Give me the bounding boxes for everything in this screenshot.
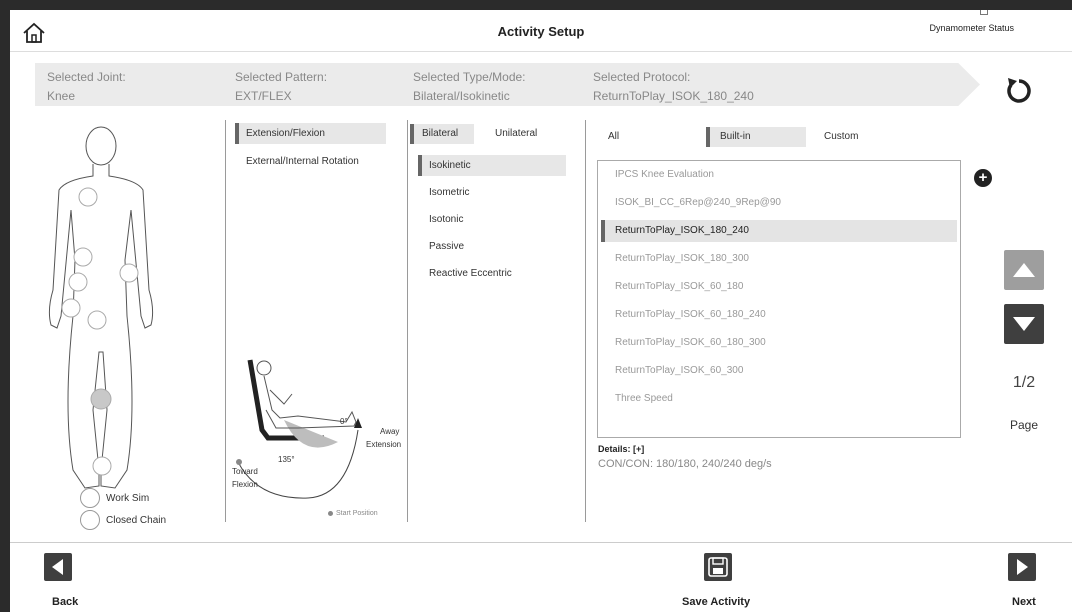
next-button[interactable] xyxy=(1008,553,1036,581)
back-button[interactable] xyxy=(44,553,72,581)
joint-elbow[interactable] xyxy=(73,247,93,267)
page-up-button[interactable] xyxy=(1004,250,1044,290)
protocol-item[interactable]: ReturnToPlay_ISOK_60_300 xyxy=(601,360,957,382)
pattern-extension-flexion[interactable]: Extension/Flexion xyxy=(235,123,386,144)
joint-shoulder[interactable] xyxy=(78,187,98,207)
summary-protocol-label: Selected Protocol: xyxy=(593,70,691,84)
joint-knee-selected[interactable] xyxy=(90,388,112,410)
protocol-item[interactable]: ReturnToPlay_ISOK_60_180 xyxy=(601,276,957,298)
summary-joint-label: Selected Joint: xyxy=(47,70,126,84)
start-position-dot xyxy=(328,511,333,516)
mode-isometric[interactable]: Isometric xyxy=(418,182,566,203)
selection-summary: Selected Joint: Knee Selected Pattern: E… xyxy=(35,63,980,106)
summary-type: Selected Type/Mode: Bilateral/Isokinetic xyxy=(413,68,526,106)
column-divider xyxy=(407,120,408,522)
page-down-button[interactable] xyxy=(1004,304,1044,344)
protocol-item[interactable]: ReturnToPlay_ISOK_180_300 xyxy=(601,248,957,270)
joint-ankle[interactable] xyxy=(92,456,112,476)
pattern-external-internal-rotation[interactable]: External/Internal Rotation xyxy=(235,151,386,172)
triangle-up-icon xyxy=(1013,263,1035,277)
closed-chain-option[interactable]: Closed Chain xyxy=(80,510,166,530)
next-label: Next xyxy=(1012,596,1036,608)
joint-wrist[interactable] xyxy=(61,298,81,318)
dynamometer-status-link[interactable]: Dynamometer Status xyxy=(929,23,1014,33)
summary-joint-value: Knee xyxy=(47,89,76,103)
mode-reactive-eccentric[interactable]: Reactive Eccentric xyxy=(418,263,566,284)
column-divider xyxy=(585,120,586,522)
closed-chain-radio[interactable] xyxy=(80,510,100,530)
save-activity-label: Save Activity xyxy=(682,596,751,608)
protocol-list: IPCS Knee Evaluation ISOK_BI_CC_6Rep@240… xyxy=(597,160,961,438)
details-text: CON/CON: 180/180, 240/240 deg/s xyxy=(598,458,772,470)
tab-unilateral[interactable]: Unilateral xyxy=(495,124,537,144)
save-activity-button[interactable] xyxy=(704,553,732,581)
closed-chain-label: Closed Chain xyxy=(106,514,167,526)
triangle-left-icon xyxy=(52,559,63,575)
plus-icon: + xyxy=(978,169,988,186)
bottom-bar: Back Save Activity Next xyxy=(10,542,1072,612)
back-label: Back xyxy=(52,596,79,608)
page-number: 1/2 xyxy=(1012,374,1036,391)
start-position-legend: Start Position xyxy=(328,510,378,517)
joint-hip[interactable] xyxy=(119,263,139,283)
filter-all[interactable]: All xyxy=(608,127,619,147)
protocol-item[interactable]: IPCS Knee Evaluation xyxy=(601,164,957,186)
dynamometer-status-icon xyxy=(980,10,988,15)
joint-forearm[interactable] xyxy=(68,272,88,292)
extension-label: Extension xyxy=(366,440,401,449)
flexion-label: Flexion xyxy=(232,480,258,489)
angle-zero-label: 0° xyxy=(340,417,348,426)
page-label: Page xyxy=(1009,418,1039,432)
column-divider xyxy=(225,120,226,522)
work-sim-option[interactable]: Work Sim xyxy=(80,488,149,508)
protocol-item[interactable]: Three Speed xyxy=(601,388,957,410)
work-sim-label: Work Sim xyxy=(106,492,150,504)
body-map xyxy=(48,126,154,489)
summary-type-value: Bilateral/Isokinetic xyxy=(413,89,510,103)
mode-passive[interactable]: Passive xyxy=(418,236,566,257)
summary-pattern: Selected Pattern: EXT/FLEX xyxy=(235,68,327,106)
angle-max-label: 135° xyxy=(278,455,295,464)
summary-joint: Selected Joint: Knee xyxy=(47,68,126,106)
mode-isokinetic[interactable]: Isokinetic xyxy=(418,155,566,176)
joint-hand[interactable] xyxy=(87,310,107,330)
details-toggle[interactable]: Details: [+] xyxy=(598,444,644,454)
toward-label: Toward xyxy=(232,467,258,476)
protocol-item[interactable]: ReturnToPlay_ISOK_60_180_240 xyxy=(601,304,957,326)
summary-pattern-value: EXT/FLEX xyxy=(235,89,292,103)
summary-protocol-value: ReturnToPlay_ISOK_180_240 xyxy=(593,89,754,103)
reset-button[interactable] xyxy=(1002,74,1036,108)
filter-built-in[interactable]: Built-in xyxy=(706,127,806,147)
work-sim-radio[interactable] xyxy=(80,488,100,508)
range-of-motion-diagram: 0° Away Extension 135° Toward Flexion xyxy=(232,359,401,499)
app-window: Activity Setup Dynamometer Status Select… xyxy=(10,10,1072,612)
start-position-label: Start Position xyxy=(336,510,378,517)
refresh-icon xyxy=(1007,78,1031,103)
summary-pattern-label: Selected Pattern: xyxy=(235,70,328,84)
protocol-item[interactable]: ISOK_BI_CC_6Rep@240_9Rep@90 xyxy=(601,192,957,214)
add-protocol-button[interactable]: + xyxy=(974,169,992,187)
title-bar: Activity Setup Dynamometer Status xyxy=(10,10,1072,52)
away-label: Away xyxy=(380,427,399,436)
tab-bilateral[interactable]: Bilateral xyxy=(410,124,474,144)
page-title: Activity Setup xyxy=(497,24,585,39)
triangle-right-icon xyxy=(1017,559,1028,575)
protocol-item[interactable]: ReturnToPlay_ISOK_60_180_300 xyxy=(601,332,957,354)
triangle-down-icon xyxy=(1013,317,1035,331)
summary-type-label: Selected Type/Mode: xyxy=(413,70,526,84)
mode-isotonic[interactable]: Isotonic xyxy=(418,209,566,230)
filter-custom[interactable]: Custom xyxy=(824,127,858,147)
summary-protocol: Selected Protocol: ReturnToPlay_ISOK_180… xyxy=(593,68,754,106)
protocol-item-selected[interactable]: ReturnToPlay_ISOK_180_240 xyxy=(601,220,957,242)
save-icon xyxy=(708,557,728,577)
